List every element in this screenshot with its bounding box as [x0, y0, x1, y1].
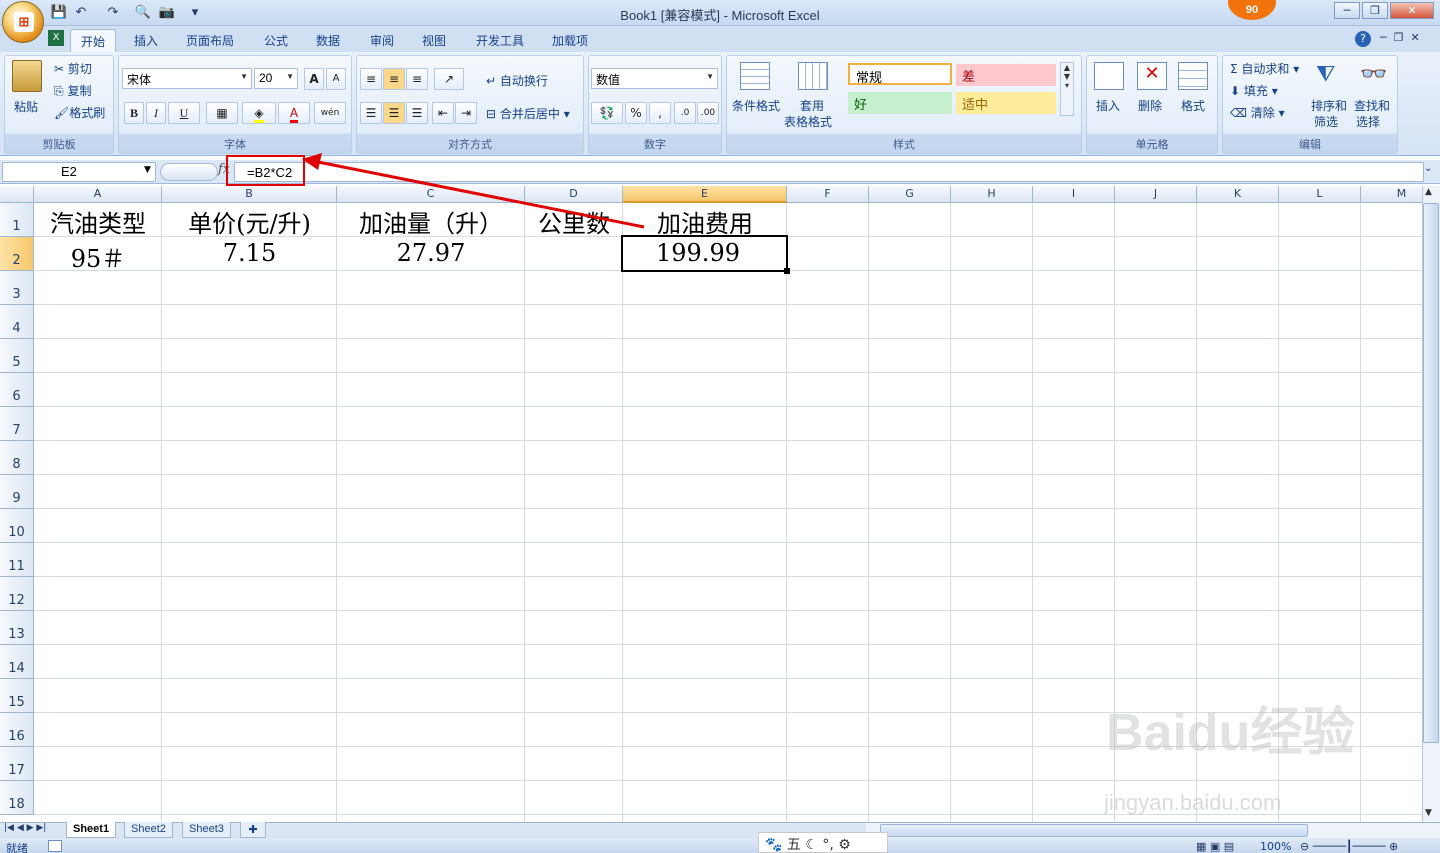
arrow-head	[302, 153, 322, 170]
annotation-arrow	[302, 153, 645, 229]
arrow-line	[317, 160, 645, 229]
